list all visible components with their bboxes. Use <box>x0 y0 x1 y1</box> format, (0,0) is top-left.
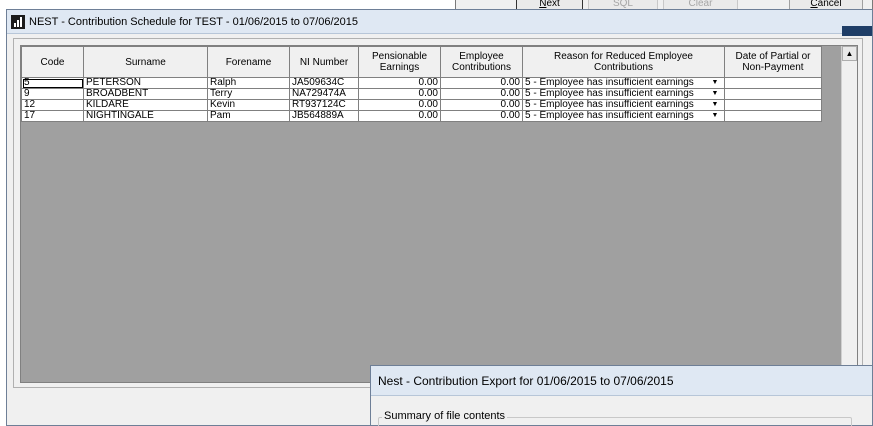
forename-cell[interactable]: Pam <box>207 110 290 122</box>
sql-button-label: SQL <box>612 0 633 9</box>
code-cell[interactable]: 17 <box>21 110 84 122</box>
col-header-pensionable-earnings[interactable]: Pensionable Earnings <box>358 46 441 78</box>
cancel-button-rest: ancel <box>817 0 842 9</box>
reason-cell[interactable]: 5 - Employee has insufficient earnings ▼ <box>522 99 725 111</box>
chevron-down-icon[interactable]: ▼ <box>708 111 722 121</box>
code-cell[interactable]: 12 <box>21 99 84 111</box>
contribution-grid[interactable]: Code Surname Forename NI Number Pensiona… <box>20 45 858 383</box>
vertical-scrollbar[interactable]: ▲ <box>841 46 857 382</box>
earnings-cell[interactable]: 0.00 <box>358 77 441 89</box>
date-cell[interactable] <box>724 88 822 100</box>
earnings-cell[interactable]: 0.00 <box>358 99 441 111</box>
surname-cell[interactable]: KILDARE <box>83 99 208 111</box>
ni-number-cell[interactable]: RT937124C <box>289 99 359 111</box>
reason-cell[interactable]: 5 - Employee has insufficient earnings ▼ <box>522 110 725 122</box>
window-titlebar[interactable]: NEST - Contribution Schedule for TEST - … <box>7 10 872 34</box>
reason-cell[interactable]: 5 - Employee has insufficient earnings ▼ <box>522 77 725 89</box>
contributions-cell[interactable]: 0.00 <box>440 88 523 100</box>
reason-value: 5 - Employee has insufficient earnings <box>525 99 694 110</box>
clear-button-label: Clear <box>688 0 713 9</box>
next-button-accel: N <box>539 0 547 9</box>
screen: Next SQL Clear Cancel NEST - Contributio… <box>0 0 873 426</box>
ni-number-cell[interactable]: JA509634C <box>289 77 359 89</box>
surname-cell[interactable]: BROADBENT <box>83 88 208 100</box>
col-header-surname[interactable]: Surname <box>83 46 208 78</box>
col-header-date[interactable]: Date of Partial or Non-Payment <box>724 46 822 78</box>
chevron-down-icon[interactable]: ▼ <box>708 100 722 110</box>
code-cell[interactable]: 5 <box>21 77 84 89</box>
summary-group-label: Summary of file contents <box>382 410 508 422</box>
ni-number-cell[interactable]: NA729474A <box>289 88 359 100</box>
date-cell[interactable] <box>724 77 822 89</box>
earnings-cell[interactable]: 0.00 <box>358 110 441 122</box>
contribution-table: Code Surname Forename NI Number Pensiona… <box>21 46 822 122</box>
contributions-cell[interactable]: 0.00 <box>440 110 523 122</box>
reason-value: 5 - Employee has insufficient earnings <box>525 77 694 88</box>
col-header-reason[interactable]: Reason for Reduced Employee Contribution… <box>522 46 725 78</box>
chevron-down-icon[interactable]: ▼ <box>708 78 722 88</box>
reason-value: 5 - Employee has insufficient earnings <box>525 88 694 99</box>
table-row[interactable]: 5 PETERSON Ralph JA509634C 0.00 0.00 5 -… <box>21 77 822 89</box>
contribution-export-dialog: Nest - Contribution Export for 01/06/201… <box>370 365 873 426</box>
date-cell[interactable] <box>724 99 822 111</box>
next-button-rest: ext <box>546 0 560 9</box>
forename-cell[interactable]: Terry <box>207 88 290 100</box>
table-row[interactable]: 12 KILDARE Kevin RT937124C 0.00 0.00 5 -… <box>21 99 822 111</box>
forename-cell[interactable]: Kevin <box>207 99 290 111</box>
reason-value: 5 - Employee has insufficient earnings <box>525 110 694 121</box>
contributions-cell[interactable]: 0.00 <box>440 99 523 111</box>
window-title: NEST - Contribution Schedule for TEST - … <box>29 15 358 28</box>
header-row: Code Surname Forename NI Number Pensiona… <box>21 46 822 78</box>
dialog-title: Nest - Contribution Export for 01/06/201… <box>378 373 674 388</box>
earnings-cell[interactable]: 0.00 <box>358 88 441 100</box>
dialog-titlebar[interactable]: Nest - Contribution Export for 01/06/201… <box>371 366 872 396</box>
col-header-employee-contributions[interactable]: Employee Contributions <box>440 46 523 78</box>
ni-number-cell[interactable]: JB564889A <box>289 110 359 122</box>
table-row[interactable]: 17 NIGHTINGALE Pam JB564889A 0.00 0.00 5… <box>21 110 822 122</box>
table-row[interactable]: 9 BROADBENT Terry NA729474A 0.00 0.00 5 … <box>21 88 822 100</box>
col-header-forename[interactable]: Forename <box>207 46 290 78</box>
forename-cell[interactable]: Ralph <box>207 77 290 89</box>
window-edge-bar <box>842 26 872 36</box>
app-chart-icon <box>11 14 25 29</box>
date-cell[interactable] <box>724 110 822 122</box>
scroll-up-icon[interactable]: ▲ <box>842 46 857 61</box>
col-header-code[interactable]: Code <box>21 46 84 78</box>
contributions-cell[interactable]: 0.00 <box>440 77 523 89</box>
reason-cell[interactable]: 5 - Employee has insufficient earnings ▼ <box>522 88 725 100</box>
chevron-down-icon[interactable]: ▼ <box>708 89 722 99</box>
surname-cell[interactable]: NIGHTINGALE <box>83 110 208 122</box>
summary-groupbox: Summary of file contents <box>378 410 852 426</box>
surname-cell[interactable]: PETERSON <box>83 77 208 89</box>
col-header-ni-number[interactable]: NI Number <box>289 46 359 78</box>
code-cell[interactable]: 9 <box>21 88 84 100</box>
grid-frame: Code Surname Forename NI Number Pensiona… <box>13 38 863 388</box>
cancel-button-accel: C <box>810 0 818 9</box>
contribution-schedule-window: NEST - Contribution Schedule for TEST - … <box>6 9 873 426</box>
